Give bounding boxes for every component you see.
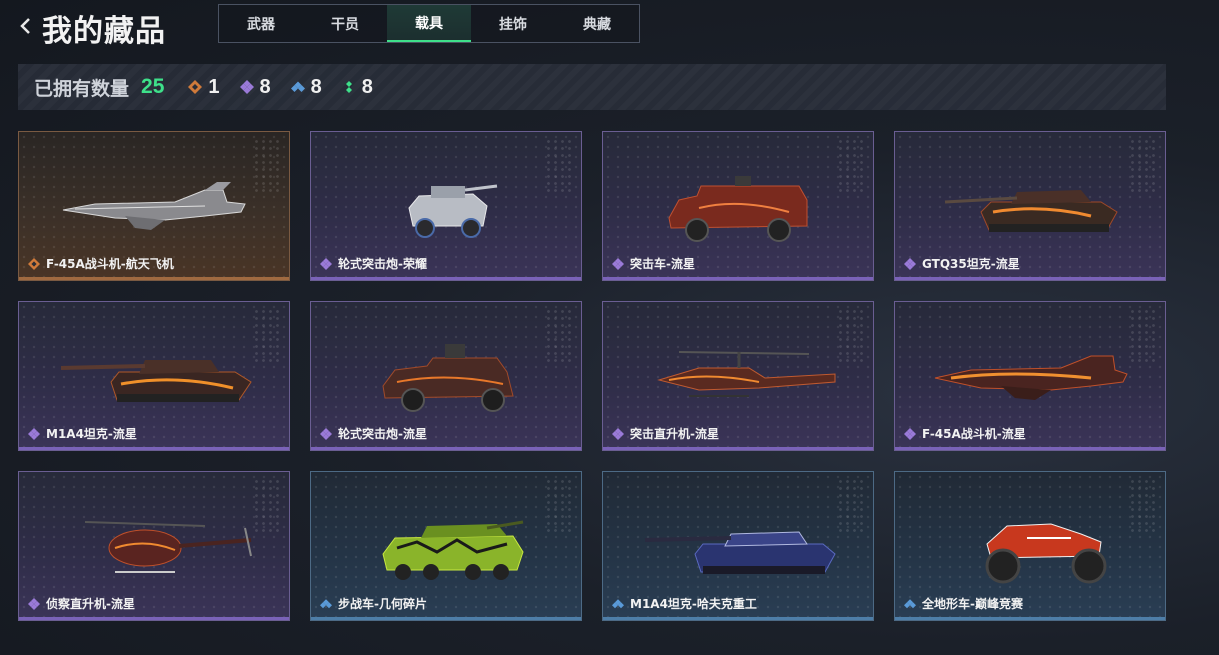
- vehicle-name: 侦察直升机-流星: [46, 597, 135, 611]
- jet-fighter-icon: [62, 182, 246, 230]
- vehicle-card[interactable]: 全地形车-巅峰竞赛: [894, 471, 1166, 621]
- owned-count-label: 已拥有数量: [34, 77, 130, 100]
- epic-rarity-icon: [904, 257, 916, 270]
- back-button[interactable]: [16, 12, 36, 40]
- chevron-left-icon: [20, 18, 30, 34]
- vehicle-card[interactable]: M1A4坦克-流星: [18, 301, 290, 451]
- epic-rarity-icon: [320, 257, 332, 270]
- tank-icon: [60, 360, 252, 402]
- vehicle-card[interactable]: 步战车-几何碎片: [310, 471, 582, 621]
- card-label: F-45A战斗机-航天飞机: [28, 255, 174, 272]
- common-rarity-count: 8: [342, 76, 373, 99]
- vehicle-name: 全地形车-巅峰竞赛: [922, 597, 1023, 611]
- vehicle-card[interactable]: GTQ35坦克-流星: [894, 131, 1166, 281]
- card-label: 轮式突击炮-荣耀: [320, 255, 427, 272]
- card-label: M1A4坦克-流星: [28, 425, 137, 442]
- legend-rarity-icon: [28, 257, 40, 270]
- scout-helicopter-icon: [84, 521, 252, 573]
- tank-icon: [644, 531, 836, 574]
- epic-rarity-count: 8: [239, 75, 271, 99]
- vehicle-name: GTQ35坦克-流星: [922, 257, 1020, 271]
- vehicle-name: F-45A战斗机-流星: [922, 427, 1026, 441]
- legend-count: 1: [208, 75, 220, 98]
- card-label: 突击车-流星: [612, 255, 695, 272]
- vehicle-name: F-45A战斗机-航天飞机: [46, 257, 174, 271]
- rare-rarity-count: 8: [290, 75, 322, 99]
- vehicle-card[interactable]: 轮式突击炮-荣耀: [310, 131, 582, 281]
- rare-rarity-icon: [320, 598, 332, 608]
- vehicle-card[interactable]: 突击车-流星: [602, 131, 874, 281]
- assault-vehicle-icon: [668, 176, 808, 242]
- header: 我的藏品 武器 干员 载具 挂饰 典藏: [0, 0, 1219, 50]
- common-rarity-icon: [345, 81, 352, 93]
- epic-rarity-icon: [239, 80, 254, 94]
- epic-rarity-icon: [612, 427, 624, 440]
- attack-helicopter-icon: [657, 351, 836, 397]
- epic-rarity-icon: [28, 427, 40, 440]
- common-count: 8: [361, 75, 373, 98]
- vehicle-name: 突击车-流星: [630, 257, 695, 271]
- epic-rarity-icon: [28, 597, 40, 610]
- vehicle-card[interactable]: 突击直升机-流星: [602, 301, 874, 451]
- vehicle-card[interactable]: M1A4坦克-哈夫克重工: [602, 471, 874, 621]
- vehicle-name: M1A4坦克-流星: [46, 427, 137, 441]
- infantry-fighting-vehicle-icon: [382, 520, 524, 580]
- jet-fighter-icon: [934, 355, 1128, 400]
- vehicle-card[interactable]: F-45A战斗机-流星: [894, 301, 1166, 451]
- vehicle-name: 轮式突击炮-荣耀: [338, 257, 427, 271]
- atv-icon: [985, 523, 1107, 584]
- rare-count: 8: [310, 75, 322, 98]
- vehicle-name: 轮式突击炮-流星: [338, 427, 427, 441]
- epic-rarity-icon: [612, 257, 624, 270]
- category-tabs: 武器 干员 载具 挂饰 典藏: [218, 4, 640, 43]
- owned-total: 25: [141, 75, 165, 98]
- legend-rarity-count: 1: [188, 75, 220, 99]
- tab-collectibles[interactable]: 典藏: [555, 5, 639, 42]
- legend-rarity-icon: [188, 80, 203, 94]
- wheeled-assault-gun-icon: [408, 184, 498, 238]
- page-title: 我的藏品: [42, 14, 166, 49]
- card-label: M1A4坦克-哈夫克重工: [612, 595, 757, 612]
- tab-pendants[interactable]: 挂饰: [471, 5, 555, 42]
- vehicle-card[interactable]: 轮式突击炮-流星: [310, 301, 582, 451]
- rare-rarity-icon: [612, 598, 624, 608]
- rare-rarity-icon: [290, 81, 305, 92]
- tank-icon: [944, 190, 1118, 232]
- card-label: GTQ35坦克-流星: [904, 255, 1020, 272]
- tab-operators[interactable]: 干员: [303, 5, 387, 42]
- tab-weapons[interactable]: 武器: [219, 5, 303, 42]
- epic-rarity-icon: [904, 427, 916, 440]
- epic-rarity-icon: [320, 427, 332, 440]
- owned-stats-bar: 已拥有数量 25 1 8 8 8: [18, 64, 1166, 110]
- card-label: 步战车-几何碎片: [320, 595, 427, 612]
- tab-vehicles[interactable]: 载具: [387, 5, 471, 42]
- card-label: 轮式突击炮-流星: [320, 425, 427, 442]
- rare-rarity-icon: [904, 598, 916, 608]
- vehicle-name: 步战车-几何碎片: [338, 597, 427, 611]
- card-label: F-45A战斗机-流星: [904, 425, 1026, 442]
- vehicle-name: 突击直升机-流星: [630, 427, 719, 441]
- vehicle-card[interactable]: 侦察直升机-流星: [18, 471, 290, 621]
- wheeled-assault-gun-icon: [382, 344, 514, 412]
- card-label: 突击直升机-流星: [612, 425, 719, 442]
- epic-count: 8: [259, 75, 271, 98]
- vehicle-card[interactable]: F-45A战斗机-航天飞机: [18, 131, 290, 281]
- card-label: 全地形车-巅峰竞赛: [904, 595, 1023, 612]
- card-label: 侦察直升机-流星: [28, 595, 135, 612]
- vehicle-name: M1A4坦克-哈夫克重工: [630, 597, 757, 611]
